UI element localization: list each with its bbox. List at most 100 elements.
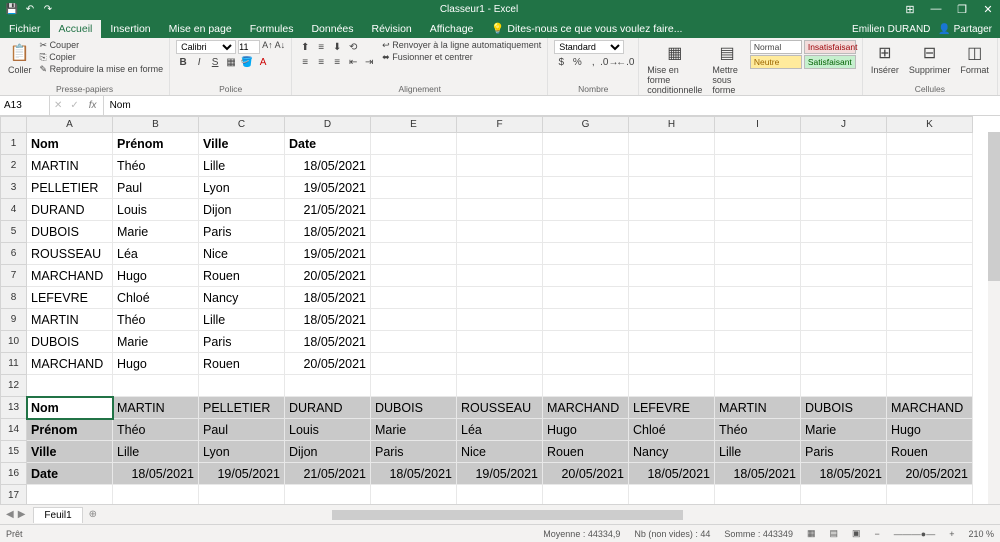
- cell-B8[interactable]: Chloé: [113, 287, 199, 309]
- cell-J11[interactable]: [801, 353, 887, 375]
- cell-K1[interactable]: [887, 133, 973, 155]
- cell-K4[interactable]: [887, 199, 973, 221]
- cell-D9[interactable]: 18/05/2021: [285, 309, 371, 331]
- currency-icon[interactable]: $: [554, 55, 568, 69]
- cell-H5[interactable]: [629, 221, 715, 243]
- cell-D6[interactable]: 19/05/2021: [285, 243, 371, 265]
- col-header-B[interactable]: B: [113, 117, 199, 133]
- cell-F10[interactable]: [457, 331, 543, 353]
- cell-J7[interactable]: [801, 265, 887, 287]
- cell-C6[interactable]: Nice: [199, 243, 285, 265]
- cell-F8[interactable]: [457, 287, 543, 309]
- conditional-formatting-button[interactable]: ▦Mise en forme conditionnelle: [645, 40, 704, 97]
- cell-F2[interactable]: [457, 155, 543, 177]
- merge-center-button[interactable]: ⬌ Fusionner et centrer: [382, 52, 541, 63]
- cell-G4[interactable]: [543, 199, 629, 221]
- font-color-button[interactable]: A: [256, 55, 270, 69]
- row-header-17[interactable]: 17: [1, 485, 27, 505]
- cell-H15[interactable]: Nancy: [629, 441, 715, 463]
- tab-insert[interactable]: Insertion: [101, 20, 159, 38]
- cell-I10[interactable]: [715, 331, 801, 353]
- col-header-I[interactable]: I: [715, 117, 801, 133]
- accept-formula-icon[interactable]: ✓: [66, 100, 82, 111]
- maximize-icon[interactable]: ❐: [950, 3, 974, 16]
- tab-file[interactable]: Fichier: [0, 20, 50, 38]
- inc-decimal-icon[interactable]: .0→: [602, 55, 616, 69]
- cell-E7[interactable]: [371, 265, 457, 287]
- cell-E5[interactable]: [371, 221, 457, 243]
- cell-H12[interactable]: [629, 375, 715, 397]
- save-icon[interactable]: 💾: [6, 3, 18, 15]
- cell-B16[interactable]: 18/05/2021: [113, 463, 199, 485]
- cell-C13[interactable]: PELLETIER: [199, 397, 285, 419]
- cell-H17[interactable]: [629, 485, 715, 505]
- cell-I12[interactable]: [715, 375, 801, 397]
- insert-cells-button[interactable]: ⊞Insérer: [869, 40, 901, 77]
- cell-D16[interactable]: 21/05/2021: [285, 463, 371, 485]
- view-pagebreak-icon[interactable]: ▣: [852, 528, 861, 539]
- underline-button[interactable]: S: [208, 55, 222, 69]
- cell-A1[interactable]: Nom: [27, 133, 113, 155]
- cell-F14[interactable]: Léa: [457, 419, 543, 441]
- cell-B2[interactable]: Théo: [113, 155, 199, 177]
- cell-H6[interactable]: [629, 243, 715, 265]
- number-format-select[interactable]: Standard: [554, 40, 624, 54]
- cell-E9[interactable]: [371, 309, 457, 331]
- indent-dec-icon[interactable]: ⇤: [346, 55, 360, 69]
- cancel-formula-icon[interactable]: ✕: [50, 100, 66, 111]
- cell-B17[interactable]: [113, 485, 199, 505]
- cell-F15[interactable]: Nice: [457, 441, 543, 463]
- indent-inc-icon[interactable]: ⇥: [362, 55, 376, 69]
- shrink-font-icon[interactable]: A↓: [275, 40, 286, 54]
- cell-H4[interactable]: [629, 199, 715, 221]
- row-header-14[interactable]: 14: [1, 419, 27, 441]
- cell-H3[interactable]: [629, 177, 715, 199]
- share-button[interactable]: 👤 Partager: [938, 24, 992, 35]
- cell-H10[interactable]: [629, 331, 715, 353]
- select-all[interactable]: [1, 117, 27, 133]
- cell-D1[interactable]: Date: [285, 133, 371, 155]
- zoom-slider[interactable]: ———●—: [894, 529, 935, 539]
- account-name[interactable]: Emilien DURAND: [852, 24, 930, 35]
- cell-G15[interactable]: Rouen: [543, 441, 629, 463]
- cell-G1[interactable]: [543, 133, 629, 155]
- zoom-level[interactable]: 210 %: [968, 529, 994, 539]
- cell-G5[interactable]: [543, 221, 629, 243]
- cell-E12[interactable]: [371, 375, 457, 397]
- cell-C2[interactable]: Lille: [199, 155, 285, 177]
- cell-A7[interactable]: MARCHAND: [27, 265, 113, 287]
- cell-J2[interactable]: [801, 155, 887, 177]
- row-header-9[interactable]: 9: [1, 309, 27, 331]
- cell-F7[interactable]: [457, 265, 543, 287]
- cell-J15[interactable]: Paris: [801, 441, 887, 463]
- cell-B10[interactable]: Marie: [113, 331, 199, 353]
- cell-K8[interactable]: [887, 287, 973, 309]
- cell-G6[interactable]: [543, 243, 629, 265]
- font-name-select[interactable]: Calibri: [176, 40, 236, 54]
- cell-I14[interactable]: Théo: [715, 419, 801, 441]
- cell-A5[interactable]: DUBOIS: [27, 221, 113, 243]
- cell-E8[interactable]: [371, 287, 457, 309]
- cell-H2[interactable]: [629, 155, 715, 177]
- zoom-in-button[interactable]: +: [949, 529, 954, 539]
- cell-K16[interactable]: 20/05/2021: [887, 463, 973, 485]
- font-size-input[interactable]: [238, 40, 260, 54]
- cell-C7[interactable]: Rouen: [199, 265, 285, 287]
- vertical-scrollbar[interactable]: [988, 132, 1000, 504]
- cell-C16[interactable]: 19/05/2021: [199, 463, 285, 485]
- cell-J12[interactable]: [801, 375, 887, 397]
- col-header-K[interactable]: K: [887, 117, 973, 133]
- cell-K7[interactable]: [887, 265, 973, 287]
- cell-B9[interactable]: Théo: [113, 309, 199, 331]
- row-header-1[interactable]: 1: [1, 133, 27, 155]
- cell-B1[interactable]: Prénom: [113, 133, 199, 155]
- row-header-7[interactable]: 7: [1, 265, 27, 287]
- cell-J3[interactable]: [801, 177, 887, 199]
- cell-J5[interactable]: [801, 221, 887, 243]
- cell-F13[interactable]: ROUSSEAU: [457, 397, 543, 419]
- cell-J17[interactable]: [801, 485, 887, 505]
- cell-C5[interactable]: Paris: [199, 221, 285, 243]
- cell-C12[interactable]: [199, 375, 285, 397]
- cell-E15[interactable]: Paris: [371, 441, 457, 463]
- cell-J4[interactable]: [801, 199, 887, 221]
